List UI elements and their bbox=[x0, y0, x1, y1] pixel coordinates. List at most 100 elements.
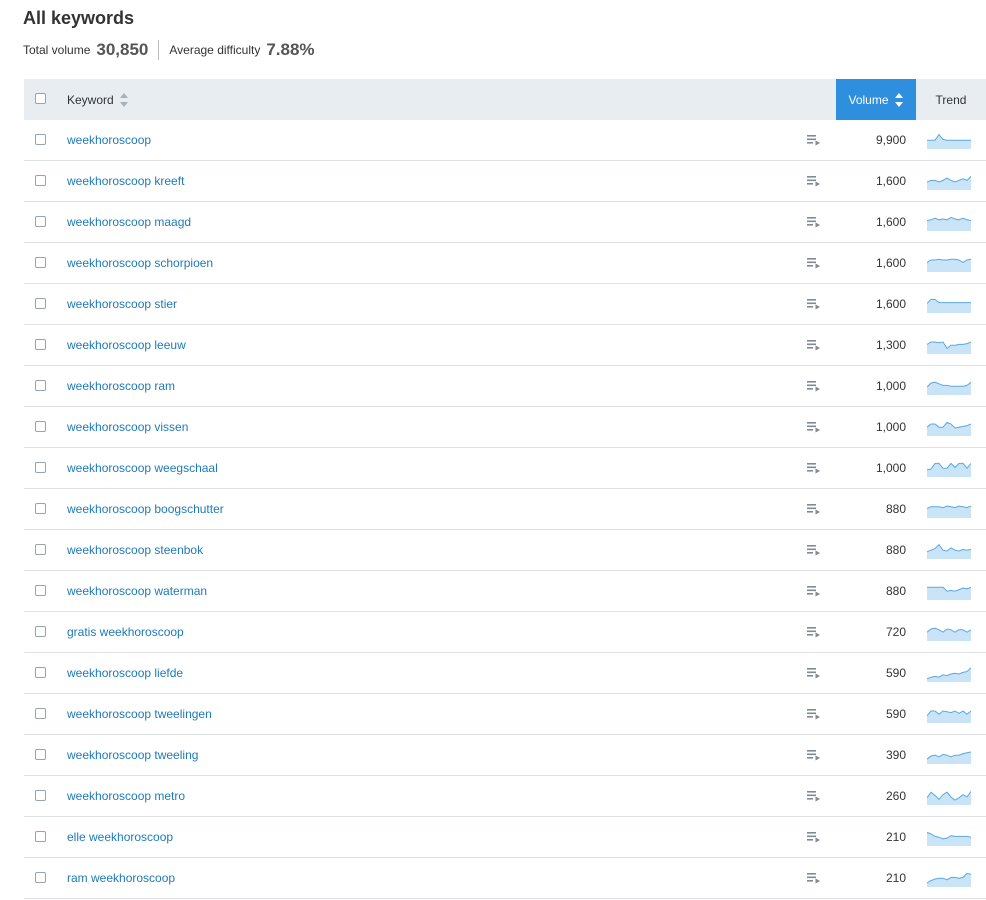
keyword-link[interactable]: elle weekhoroscoop bbox=[67, 817, 173, 857]
trend-area bbox=[927, 711, 971, 723]
row-checkbox[interactable] bbox=[35, 831, 46, 842]
add-to-list-icon[interactable] bbox=[807, 216, 820, 228]
add-to-list-icon[interactable] bbox=[807, 462, 820, 474]
add-to-list-icon[interactable] bbox=[807, 626, 820, 638]
add-to-list-icon[interactable] bbox=[807, 790, 820, 802]
row-checkbox[interactable] bbox=[35, 503, 46, 514]
volume-value: 1,300 bbox=[875, 338, 906, 352]
trend-area bbox=[927, 791, 971, 805]
row-checkbox[interactable] bbox=[35, 544, 46, 555]
trend-area bbox=[927, 176, 971, 190]
trend-area bbox=[927, 544, 971, 559]
add-to-list-icon[interactable] bbox=[807, 749, 820, 761]
row-checkbox[interactable] bbox=[35, 339, 46, 350]
row-checkbox[interactable] bbox=[35, 749, 46, 760]
row-checkbox[interactable] bbox=[35, 257, 46, 268]
keyword-link[interactable]: weekhoroscoop boogschutter bbox=[67, 489, 224, 529]
volume-value: 590 bbox=[885, 666, 906, 680]
total-volume-value: 30,850 bbox=[96, 40, 149, 59]
trend-sparkline bbox=[927, 872, 971, 887]
keyword-link[interactable]: ram weekhoroscoop bbox=[67, 858, 175, 898]
keyword-link[interactable]: weekhoroscoop ram bbox=[67, 366, 175, 406]
add-to-list-icon[interactable] bbox=[807, 831, 820, 843]
add-to-list-icon[interactable] bbox=[807, 380, 820, 392]
add-to-list-icon[interactable] bbox=[807, 421, 820, 433]
add-to-list-icon[interactable] bbox=[807, 298, 820, 310]
keyword-link[interactable]: weekhoroscoop tweeling bbox=[67, 735, 198, 775]
keywords-page: All keywords Total volume 30,850 Average… bbox=[0, 0, 986, 900]
add-to-list-icon[interactable] bbox=[807, 667, 820, 679]
volume-sort-icon[interactable] bbox=[894, 92, 904, 107]
volume-value: 590 bbox=[885, 707, 906, 721]
trend-sparkline bbox=[927, 176, 971, 190]
keyword-link[interactable]: weekhoroscoop vissen bbox=[67, 407, 188, 447]
volume-value: 880 bbox=[885, 584, 906, 598]
add-to-list-icon[interactable] bbox=[807, 585, 820, 597]
keyword-link[interactable]: weekhoroscoop metro bbox=[67, 776, 185, 816]
add-to-list-icon[interactable] bbox=[807, 339, 820, 351]
row-checkbox[interactable] bbox=[35, 175, 46, 186]
trend-area bbox=[927, 134, 971, 149]
row-checkbox[interactable] bbox=[35, 708, 46, 719]
trend-sparkline bbox=[927, 216, 971, 231]
table-row: weekhoroscoop stier 1,600 bbox=[24, 284, 986, 325]
trend-sparkline bbox=[927, 831, 971, 846]
add-to-list-icon[interactable] bbox=[807, 503, 820, 515]
trend-sparkline bbox=[927, 710, 971, 723]
trend-sparkline bbox=[927, 751, 971, 764]
keyword-link[interactable]: weekhoroscoop kreeft bbox=[67, 161, 184, 201]
keyword-link[interactable]: weekhoroscoop maagd bbox=[67, 202, 191, 242]
add-to-list-icon[interactable] bbox=[807, 872, 820, 884]
table-row: weekhoroscoop liefde 590 bbox=[24, 653, 986, 694]
row-checkbox[interactable] bbox=[35, 667, 46, 678]
row-checkbox[interactable] bbox=[35, 626, 46, 637]
volume-column-header[interactable]: Volume bbox=[836, 79, 916, 120]
row-checkbox[interactable] bbox=[35, 872, 46, 883]
volume-value: 9,900 bbox=[875, 133, 906, 147]
keyword-link[interactable]: weekhoroscoop liefde bbox=[67, 653, 183, 693]
table-row: weekhoroscoop schorpioen 1,600 bbox=[24, 243, 986, 284]
keyword-link[interactable]: weekhoroscoop weegschaal bbox=[67, 448, 218, 488]
row-checkbox[interactable] bbox=[35, 216, 46, 227]
trend-sparkline bbox=[927, 298, 971, 313]
keyword-link[interactable]: weekhoroscoop steenbok bbox=[67, 530, 203, 570]
keyword-link[interactable]: weekhoroscoop tweelingen bbox=[67, 694, 212, 734]
keyword-link[interactable]: weekhoroscoop waterman bbox=[67, 571, 207, 611]
row-checkbox[interactable] bbox=[35, 298, 46, 309]
add-to-list-icon[interactable] bbox=[807, 134, 820, 146]
row-checkbox[interactable] bbox=[35, 421, 46, 432]
trend-sparkline bbox=[927, 341, 971, 354]
row-checkbox[interactable] bbox=[35, 380, 46, 391]
add-to-list-icon[interactable] bbox=[807, 708, 820, 720]
keyword-link[interactable]: weekhoroscoop schorpioen bbox=[67, 243, 213, 283]
row-checkbox[interactable] bbox=[35, 462, 46, 473]
table-row: gratis weekhoroscoop 720 bbox=[24, 612, 986, 653]
row-checkbox[interactable] bbox=[35, 790, 46, 801]
row-checkbox[interactable] bbox=[35, 585, 46, 596]
table-row: weekhoroscoop 9,900 bbox=[24, 120, 986, 161]
average-difficulty-label: Average difficulty bbox=[169, 43, 261, 57]
keyword-column-label: Keyword bbox=[67, 92, 114, 107]
keyword-column-header[interactable]: Keyword bbox=[67, 79, 129, 120]
trend-sparkline bbox=[927, 791, 971, 805]
volume-value: 1,600 bbox=[875, 256, 906, 270]
select-all-checkbox[interactable] bbox=[35, 93, 46, 104]
volume-value: 210 bbox=[885, 871, 906, 885]
table-row: weekhoroscoop waterman 880 bbox=[24, 571, 986, 612]
trend-column-label: Trend bbox=[935, 92, 967, 107]
keyword-sort-icon[interactable] bbox=[119, 92, 129, 107]
keyword-link[interactable]: gratis weekhoroscoop bbox=[67, 612, 184, 652]
keyword-link[interactable]: weekhoroscoop stier bbox=[67, 284, 177, 324]
trend-area bbox=[927, 506, 971, 518]
keyword-link[interactable]: weekhoroscoop leeuw bbox=[67, 325, 186, 365]
keywords-table: Keyword Volume Trend weekhoroscoop 9,900 w… bbox=[24, 79, 986, 899]
add-to-list-icon[interactable] bbox=[807, 257, 820, 269]
add-to-list-icon[interactable] bbox=[807, 544, 820, 556]
add-to-list-icon[interactable] bbox=[807, 175, 820, 187]
table-row: weekhoroscoop vissen 1,000 bbox=[24, 407, 986, 448]
trend-area bbox=[927, 832, 971, 846]
row-checkbox[interactable] bbox=[35, 134, 46, 145]
keyword-link[interactable]: weekhoroscoop bbox=[67, 120, 151, 160]
trend-column-header: Trend bbox=[916, 79, 986, 120]
volume-value: 1,000 bbox=[875, 420, 906, 434]
